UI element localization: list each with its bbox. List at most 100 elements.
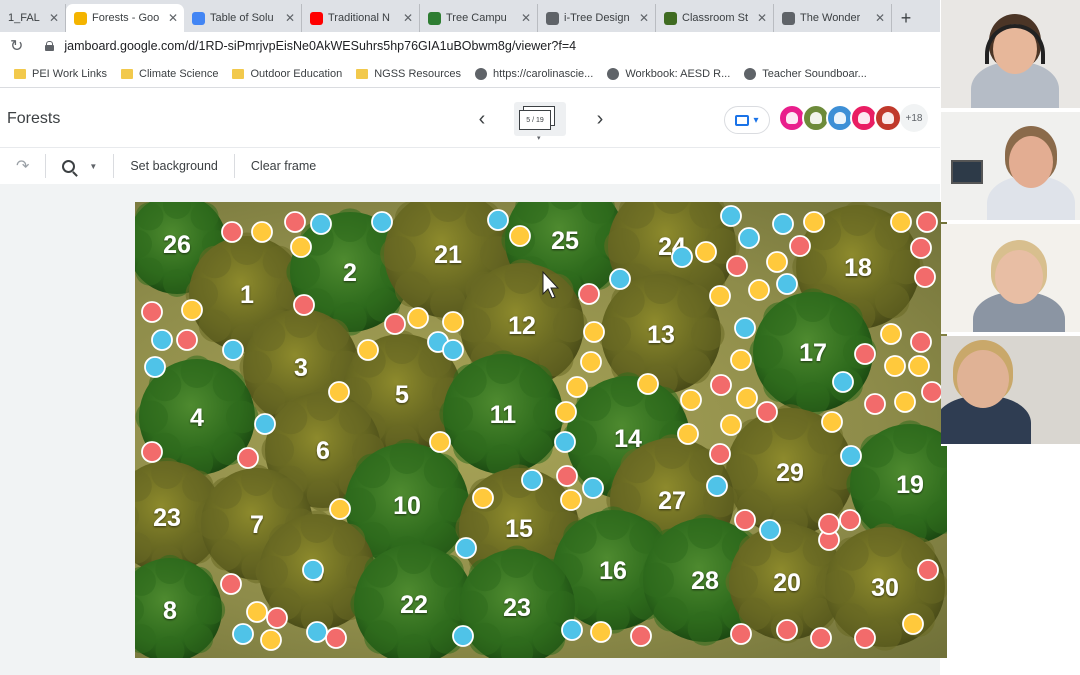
yellow-sticky-dot[interactable] <box>590 621 612 643</box>
red-sticky-dot[interactable] <box>854 627 876 649</box>
browser-tab[interactable]: Classroom St ✕ <box>656 4 774 32</box>
browser-tab[interactable]: The Wonder ✕ <box>774 4 892 32</box>
blue-sticky-dot[interactable] <box>772 213 794 235</box>
red-sticky-dot[interactable] <box>141 441 163 463</box>
next-frame-button[interactable]: › <box>590 107 610 131</box>
yellow-sticky-dot[interactable] <box>766 251 788 273</box>
red-sticky-dot[interactable] <box>734 509 756 531</box>
blue-sticky-dot[interactable] <box>521 469 543 491</box>
yellow-sticky-dot[interactable] <box>902 613 924 635</box>
red-sticky-dot[interactable] <box>910 237 932 259</box>
red-sticky-dot[interactable] <box>176 329 198 351</box>
more-collaborators-count[interactable]: +18 <box>900 104 928 132</box>
yellow-sticky-dot[interactable] <box>720 414 742 436</box>
yellow-sticky-dot[interactable] <box>472 487 494 509</box>
yellow-sticky-dot[interactable] <box>181 299 203 321</box>
yellow-sticky-dot[interactable] <box>908 355 930 377</box>
browser-tab[interactable]: 1_FALL Fo ✕ <box>0 4 66 32</box>
clear-frame-button[interactable]: Clear frame <box>251 159 316 173</box>
close-tab-icon[interactable]: ✕ <box>635 11 649 25</box>
red-sticky-dot[interactable] <box>917 559 939 581</box>
forest-drawing[interactable]: 2612212524181213173541114629192710237159… <box>135 202 947 658</box>
red-sticky-dot[interactable] <box>789 235 811 257</box>
red-sticky-dot[interactable] <box>818 513 840 535</box>
bookmark-item[interactable]: Teacher Soundboar... <box>744 67 867 80</box>
collaborator-avatar[interactable] <box>874 104 902 132</box>
jam-frame-canvas[interactable]: 2612212524181213173541114629192710237159… <box>135 202 947 658</box>
yellow-sticky-dot[interactable] <box>748 279 770 301</box>
blue-sticky-dot[interactable] <box>487 209 509 231</box>
bookmark-item[interactable]: https://carolinascie... <box>475 67 593 80</box>
blue-sticky-dot[interactable] <box>452 625 474 647</box>
yellow-sticky-dot[interactable] <box>677 423 699 445</box>
red-sticky-dot[interactable] <box>864 393 886 415</box>
yellow-sticky-dot[interactable] <box>429 431 451 453</box>
yellow-sticky-dot[interactable] <box>580 351 602 373</box>
blue-sticky-dot[interactable] <box>832 371 854 393</box>
red-sticky-dot[interactable] <box>854 343 876 365</box>
yellow-sticky-dot[interactable] <box>680 389 702 411</box>
bookmark-item[interactable]: Outdoor Education <box>232 68 342 80</box>
yellow-sticky-dot[interactable] <box>555 401 577 423</box>
blue-sticky-dot[interactable] <box>151 329 173 351</box>
browser-tab[interactable]: i-Tree Design ✕ <box>538 4 656 32</box>
document-title[interactable]: Forests <box>7 110 60 128</box>
url-field[interactable]: jamboard.google.com/d/1RD-siPmrjvpEisNe0… <box>64 39 576 53</box>
red-sticky-dot[interactable] <box>709 443 731 465</box>
previous-frame-button[interactable]: ‹ <box>472 107 492 131</box>
blue-sticky-dot[interactable] <box>738 227 760 249</box>
bookmark-item[interactable]: NGSS Resources <box>356 68 461 80</box>
yellow-sticky-dot[interactable] <box>880 323 902 345</box>
blue-sticky-dot[interactable] <box>302 559 324 581</box>
blue-sticky-dot[interactable] <box>306 621 328 643</box>
red-sticky-dot[interactable] <box>730 623 752 645</box>
close-tab-icon[interactable]: ✕ <box>517 11 531 25</box>
redo-icon[interactable]: ↷ <box>16 156 29 176</box>
yellow-sticky-dot[interactable] <box>709 285 731 307</box>
blue-sticky-dot[interactable] <box>310 213 332 235</box>
blue-sticky-dot[interactable] <box>232 623 254 645</box>
blue-sticky-dot[interactable] <box>371 211 393 233</box>
close-tab-icon[interactable]: ✕ <box>281 11 295 25</box>
blue-sticky-dot[interactable] <box>144 356 166 378</box>
blue-sticky-dot[interactable] <box>455 537 477 559</box>
red-sticky-dot[interactable] <box>921 381 943 403</box>
yellow-sticky-dot[interactable] <box>260 629 282 651</box>
yellow-sticky-dot[interactable] <box>509 225 531 247</box>
frame-bar-toggle[interactable]: 5 / 19 ▾ <box>514 102 566 142</box>
blue-sticky-dot[interactable] <box>554 431 576 453</box>
red-sticky-dot[interactable] <box>220 573 242 595</box>
red-sticky-dot[interactable] <box>776 619 798 641</box>
yellow-sticky-dot[interactable] <box>328 381 350 403</box>
yellow-sticky-dot[interactable] <box>251 221 273 243</box>
bookmark-item[interactable]: Climate Science <box>121 68 218 80</box>
red-sticky-dot[interactable] <box>237 447 259 469</box>
new-tab-button[interactable]: + <box>892 4 920 32</box>
yellow-sticky-dot[interactable] <box>583 321 605 343</box>
yellow-sticky-dot[interactable] <box>357 339 379 361</box>
yellow-sticky-dot[interactable] <box>566 376 588 398</box>
red-sticky-dot[interactable] <box>916 211 938 233</box>
browser-tab[interactable]: Tree Campu ✕ <box>420 4 538 32</box>
yellow-sticky-dot[interactable] <box>821 411 843 433</box>
blue-sticky-dot[interactable] <box>254 413 276 435</box>
yellow-sticky-dot[interactable] <box>637 373 659 395</box>
red-sticky-dot[interactable] <box>141 301 163 323</box>
yellow-sticky-dot[interactable] <box>736 387 758 409</box>
red-sticky-dot[interactable] <box>810 627 832 649</box>
blue-sticky-dot[interactable] <box>734 317 756 339</box>
yellow-sticky-dot[interactable] <box>560 489 582 511</box>
blue-sticky-dot[interactable] <box>720 205 742 227</box>
red-sticky-dot[interactable] <box>293 294 315 316</box>
present-button[interactable]: ▾ <box>724 106 770 134</box>
close-tab-icon[interactable]: ✕ <box>164 11 178 25</box>
set-background-button[interactable]: Set background <box>130 159 218 173</box>
browser-tab[interactable]: Traditional N ✕ <box>302 4 420 32</box>
red-sticky-dot[interactable] <box>630 625 652 647</box>
red-sticky-dot[interactable] <box>578 283 600 305</box>
blue-sticky-dot[interactable] <box>561 619 583 641</box>
yellow-sticky-dot[interactable] <box>442 311 464 333</box>
blue-sticky-dot[interactable] <box>222 339 244 361</box>
yellow-sticky-dot[interactable] <box>290 236 312 258</box>
zoom-control[interactable]: ▼ <box>62 159 97 173</box>
